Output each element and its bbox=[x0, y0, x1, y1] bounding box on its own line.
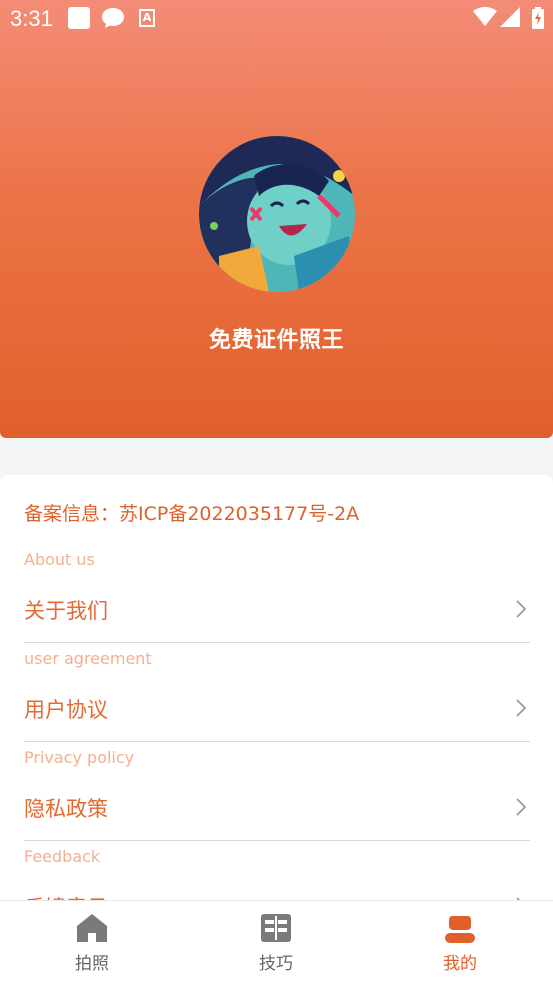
about-us-row[interactable]: 关于我们 bbox=[0, 577, 553, 637]
tab-mine[interactable]: 我的 bbox=[368, 901, 552, 984]
chevron-right-icon bbox=[516, 699, 527, 717]
person-icon bbox=[445, 916, 475, 943]
user-agreement-label: 用户协议 bbox=[24, 698, 108, 722]
avatar[interactable] bbox=[199, 136, 355, 292]
tab-mine-label: 我的 bbox=[443, 954, 477, 974]
section-agreement-caption: user agreement bbox=[24, 649, 152, 668]
grid-book-icon bbox=[261, 914, 291, 942]
chevron-right-icon bbox=[516, 798, 527, 816]
user-agreement-row[interactable]: 用户协议 bbox=[0, 676, 553, 736]
divider bbox=[24, 642, 530, 643]
tab-photo-label: 拍照 bbox=[75, 954, 109, 974]
font-a-icon: A bbox=[139, 9, 155, 27]
divider bbox=[24, 840, 530, 841]
signal-icon bbox=[500, 7, 520, 27]
battery-icon bbox=[532, 7, 544, 29]
avatar-illustration bbox=[199, 136, 355, 292]
chat-icon bbox=[102, 8, 124, 28]
icp-info: 备案信息：苏ICP备2022035177号-2A bbox=[24, 503, 360, 525]
home-icon bbox=[77, 914, 107, 942]
privacy-policy-row[interactable]: 隐私政策 bbox=[0, 775, 553, 835]
divider bbox=[24, 741, 530, 742]
bottom-nav: 拍照 技巧 我的 bbox=[0, 900, 553, 984]
wifi-icon bbox=[473, 7, 497, 26]
section-about-caption: About us bbox=[24, 550, 95, 569]
tab-tips-label: 技巧 bbox=[259, 954, 293, 974]
section-feedback-caption: Feedback bbox=[24, 847, 101, 866]
about-us-label: 关于我们 bbox=[24, 599, 108, 623]
square-icon bbox=[68, 7, 90, 29]
tab-tips[interactable]: 技巧 bbox=[184, 901, 368, 984]
section-privacy-caption: Privacy policy bbox=[24, 748, 135, 767]
settings-card: 备案信息：苏ICP备2022035177号-2A About us 关于我们 u… bbox=[0, 475, 553, 905]
privacy-policy-label: 隐私政策 bbox=[24, 797, 108, 821]
tab-photo[interactable]: 拍照 bbox=[0, 901, 184, 984]
status-bar: 3:31 A bbox=[0, 0, 553, 38]
chevron-right-icon bbox=[516, 600, 527, 618]
profile-header: 3:31 A 免费证件照王 bbox=[0, 0, 553, 438]
app-name: 免费证件照王 bbox=[208, 328, 344, 353]
status-time: 3:31 bbox=[10, 6, 53, 31]
